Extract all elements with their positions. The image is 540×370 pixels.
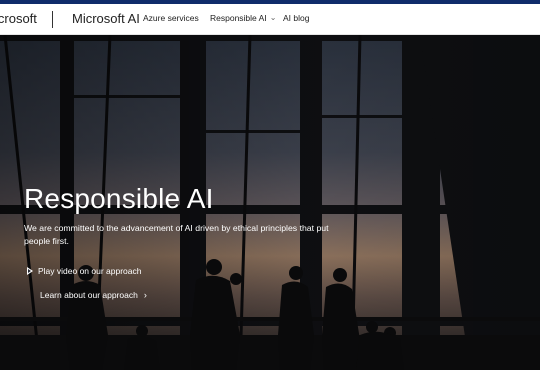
chevron-right-icon: › <box>143 290 147 300</box>
nav-divider <box>52 11 53 28</box>
nav-link-ai-blog-label: AI blog <box>283 13 310 23</box>
nav-link-azure-services-label: Azure services <box>143 13 199 23</box>
chevron-down-icon: ⌄ <box>269 13 277 22</box>
nav-link-azure-services[interactable]: Azure services <box>143 4 199 35</box>
hero-title: Responsible AI <box>24 183 214 214</box>
top-navigation: icrosoft Microsoft AI Azure services Res… <box>0 4 540 35</box>
hero-description: We are committed to the advancement of A… <box>24 223 329 246</box>
play-icon <box>27 267 33 275</box>
nav-link-ai-blog[interactable]: AI blog <box>283 4 309 35</box>
hero-banner: Responsible AI We are committed to the a… <box>0 35 540 370</box>
product-title[interactable]: Microsoft AI <box>72 4 140 35</box>
microsoft-logo-text[interactable]: icrosoft <box>0 4 37 35</box>
learn-approach-label: Learn about our approach <box>40 290 138 300</box>
play-video-link[interactable]: Play video on our approach <box>27 266 142 276</box>
play-video-label: Play video on our approach <box>38 266 142 276</box>
nav-link-responsible-ai-label: Responsible AI <box>210 13 267 23</box>
nav-link-responsible-ai[interactable]: Responsible AI ⌄ <box>210 4 276 35</box>
learn-approach-link[interactable]: Learn about our approach › <box>40 290 147 300</box>
